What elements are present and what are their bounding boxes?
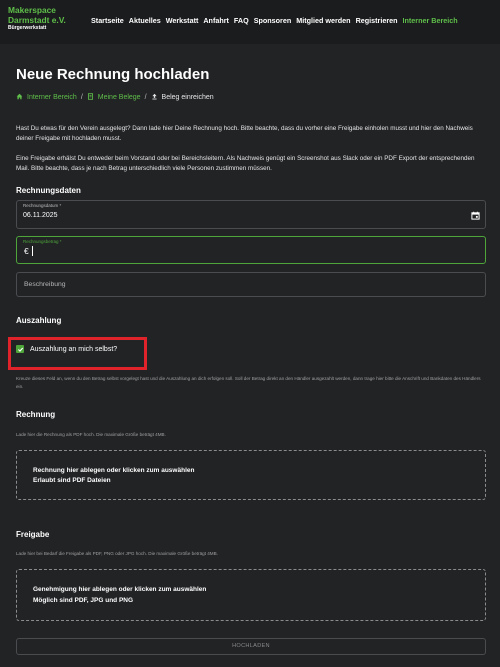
- nav-startseite[interactable]: Startseite: [91, 16, 124, 25]
- intro-paragraph-1: Hast Du etwas für den Verein ausgelegt? …: [16, 125, 473, 142]
- receipt-icon: [87, 93, 94, 102]
- section-heading-rechnungsdaten: Rechnungsdaten: [16, 186, 81, 195]
- approval-dropzone[interactable]: Genehmigung hier ablegen oder klicken zu…: [16, 569, 486, 621]
- invoice-amount-field[interactable]: Rechnungsbetrag * €: [16, 236, 486, 264]
- payout-checkbox-label[interactable]: Auszahlung an mich selbst?: [30, 346, 117, 353]
- approval-dropzone-hint: Möglich sind PDF, JPG und PNG: [33, 597, 134, 604]
- invoice-dropzone[interactable]: Rechnung hier ablegen oder klicken zum a…: [16, 450, 486, 500]
- main-nav: Startseite Aktuelles Werkstatt Anfahrt F…: [91, 16, 458, 25]
- description-field[interactable]: Beschreibung: [16, 272, 486, 297]
- section-heading-freigabe: Freigabe: [16, 530, 50, 539]
- euro-prefix: €: [24, 246, 29, 256]
- nav-registrieren[interactable]: Registrieren: [356, 16, 398, 25]
- invoice-date-label: Rechnungsdatum *: [23, 203, 62, 208]
- invoice-dropzone-hint: Erlaubt sind PDF Dateien: [33, 477, 111, 484]
- invoice-dropzone-title: Rechnung hier ablegen oder klicken zum a…: [33, 467, 195, 474]
- approval-help-text: Lade hier bei Bedarf die Freigabe als PD…: [16, 551, 218, 556]
- nav-interner-bereich[interactable]: Interner Bereich: [403, 16, 458, 25]
- brand-line1: Makerspace: [8, 5, 56, 15]
- nav-anfahrt[interactable]: Anfahrt: [203, 16, 229, 25]
- brand-subtitle: Bürgerwerkstatt: [8, 25, 47, 31]
- breadcrumb: Interner Bereich / Meine Belege / Beleg …: [16, 93, 214, 102]
- section-heading-auszahlung: Auszahlung: [16, 316, 62, 325]
- calendar-icon[interactable]: [471, 207, 480, 220]
- invoice-amount-label: Rechnungsbetrag *: [23, 239, 62, 244]
- description-placeholder: Beschreibung: [24, 281, 66, 288]
- breadcrumb-separator: /: [80, 94, 83, 101]
- upload-button[interactable]: HOCHLADEN: [16, 638, 486, 655]
- breadcrumb-separator: /: [144, 94, 147, 101]
- invoice-date-field[interactable]: Rechnungsdatum * 06.11.2025: [16, 200, 486, 229]
- nav-werkstatt[interactable]: Werkstatt: [166, 16, 199, 25]
- top-navigation-bar: Makerspace Darmstadt e.V. Bürgerwerkstat…: [0, 0, 500, 44]
- payout-help-text: Kreuze dieses Feld an, wenn du den Betra…: [16, 376, 481, 389]
- site-logo[interactable]: Makerspace Darmstadt e.V. Bürgerwerkstat…: [8, 5, 88, 32]
- invoice-date-value: 06.11.2025: [23, 212, 58, 219]
- breadcrumb-meine-belege[interactable]: Meine Belege: [98, 94, 141, 101]
- checkbox-checked-icon[interactable]: [16, 345, 24, 353]
- brand-line2: Darmstadt e.V.: [8, 15, 66, 25]
- upload-icon: [151, 93, 158, 102]
- breadcrumb-interner-bereich[interactable]: Interner Bereich: [27, 94, 77, 101]
- approval-dropzone-title: Genehmigung hier ablegen oder klicken zu…: [33, 586, 207, 593]
- text-cursor: [32, 246, 33, 256]
- nav-mitglied-werden[interactable]: Mitglied werden: [296, 16, 350, 25]
- nav-faq[interactable]: FAQ: [234, 16, 249, 25]
- invoice-help-text: Lade hier die Rechnung als PDF hoch. Die…: [16, 432, 166, 437]
- nav-aktuelles[interactable]: Aktuelles: [129, 16, 161, 25]
- intro-paragraph-2: Eine Freigabe erhälst Du entweder beim V…: [16, 155, 475, 172]
- highlight-annotation: [8, 337, 147, 370]
- nav-sponsoren[interactable]: Sponsoren: [254, 16, 292, 25]
- breadcrumb-current: Beleg einreichen: [161, 94, 214, 101]
- section-heading-rechnung: Rechnung: [16, 410, 56, 419]
- payout-checkbox-row[interactable]: Auszahlung an mich selbst?: [16, 345, 117, 353]
- page-title: Neue Rechnung hochladen: [16, 66, 210, 83]
- home-icon: [16, 93, 23, 102]
